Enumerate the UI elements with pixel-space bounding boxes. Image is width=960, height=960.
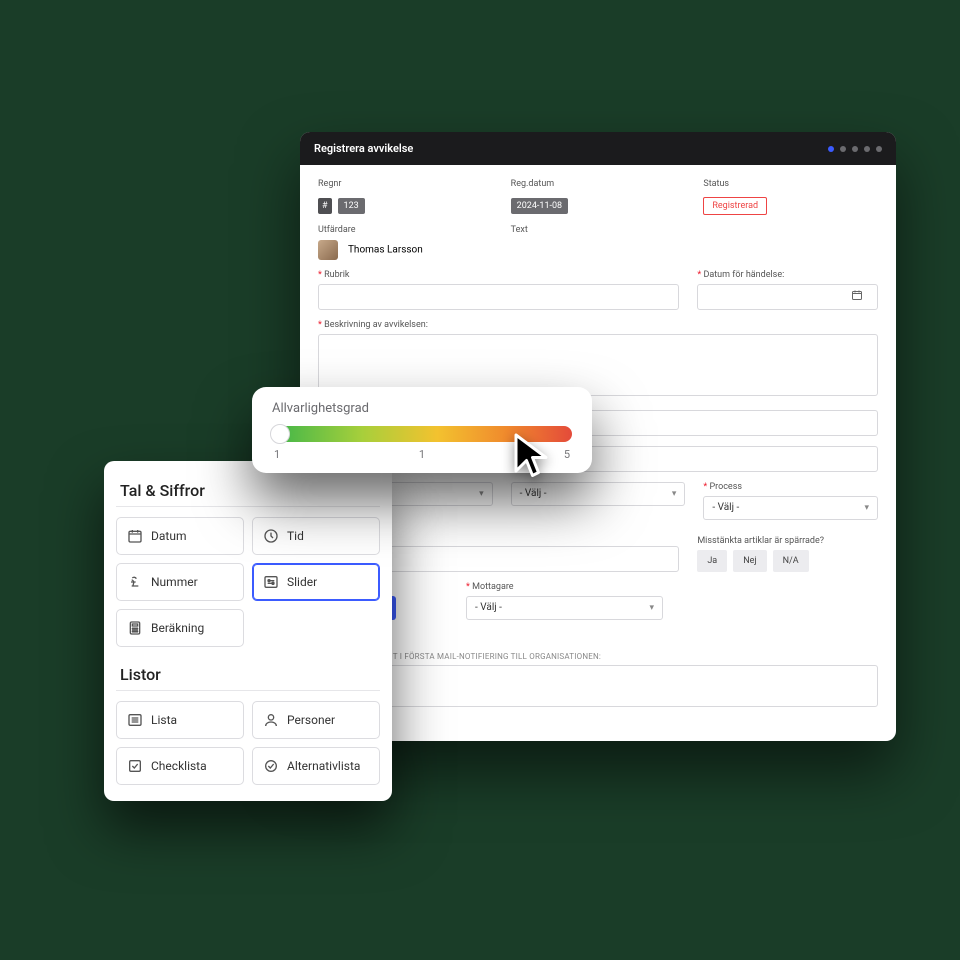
palette-item-radio[interactable]: Alternativlista — [252, 747, 380, 785]
form-title: Registrera avvikelse — [314, 142, 413, 155]
step-dot — [876, 146, 882, 152]
palette-item-label: Personer — [287, 713, 335, 727]
step-dot — [864, 146, 870, 152]
step-indicator — [828, 146, 882, 152]
palette-item-check[interactable]: Checklista — [116, 747, 244, 785]
person-icon — [263, 712, 279, 728]
palette-section-lists: Listor — [116, 661, 380, 691]
regnr-label: Regnr — [318, 179, 493, 189]
beskrivning-label: Beskrivning av avvikelsen: — [318, 320, 878, 330]
step-dot — [840, 146, 846, 152]
slider-min: 1 — [274, 448, 280, 461]
process-label: Process — [703, 482, 878, 492]
mail-info-label: IG INFO SOM GÅR UT I FÖRSTA MAIL-NOTIFIE… — [318, 652, 878, 661]
palette-section-numbers: Tal & Siffror — [116, 477, 380, 507]
seg-na[interactable]: N/A — [773, 550, 809, 572]
palette-item-label: Nummer — [151, 575, 198, 589]
palette-item-label: Checklista — [151, 759, 207, 773]
utfardare-name: Thomas Larsson — [348, 244, 423, 255]
seg-ja[interactable]: Ja — [697, 550, 727, 572]
palette-item-pound[interactable]: Nummer — [116, 563, 244, 601]
regdatum-label: Reg.datum — [511, 179, 686, 189]
clock-icon — [263, 528, 279, 544]
avatar — [318, 240, 338, 260]
artiklar-label: Misstänkta artiklar är spärrade? — [697, 536, 878, 546]
palette-item-label: Datum — [151, 529, 186, 543]
cursor-icon — [510, 432, 558, 480]
step-dot — [852, 146, 858, 152]
slider-title: Allvarlighetsgrad — [272, 401, 572, 416]
palette-item-label: Alternativlista — [287, 759, 360, 773]
palette-item-slider[interactable]: Slider — [252, 563, 380, 601]
pound-icon — [127, 574, 143, 590]
rubrik-label: Rubrik — [318, 270, 679, 280]
palette-item-label: Slider — [287, 575, 317, 589]
datum-handelse-label: Datum för händelse: — [697, 270, 878, 280]
mottagare-select[interactable]: - Välj - ▾ — [466, 596, 663, 620]
process-select[interactable]: - Välj - ▾ — [703, 496, 878, 520]
palette-item-person[interactable]: Personer — [252, 701, 380, 739]
slider-icon — [263, 574, 279, 590]
calendar-icon — [851, 289, 869, 304]
regdatum-value: 2024-11-08 — [511, 198, 568, 214]
radio-icon — [263, 758, 279, 774]
chevron-down-icon: ▾ — [479, 489, 484, 499]
chevron-down-icon: ▾ — [864, 503, 869, 513]
text-label: Text — [511, 225, 686, 235]
seg-nej[interactable]: Nej — [733, 550, 766, 572]
slider-max: 5 — [564, 448, 570, 461]
date-input[interactable] — [697, 284, 878, 310]
palette-item-label: Tid — [287, 529, 304, 543]
field-type-palette: Tal & Siffror Datum Tid Nummer Slider Beräkn… — [104, 461, 392, 801]
list-icon — [127, 712, 143, 728]
palette-item-list[interactable]: Lista — [116, 701, 244, 739]
palette-item-clock[interactable]: Tid — [252, 517, 380, 555]
palette-item-calc[interactable]: Beräkning — [116, 609, 244, 647]
slider-thumb[interactable] — [270, 424, 290, 444]
chevron-down-icon: ▾ — [672, 489, 677, 499]
palette-item-calendar[interactable]: Datum — [116, 517, 244, 555]
status-badge: Registrerad — [703, 197, 767, 215]
regnr-value: 123 — [338, 198, 365, 214]
mottagare-label: Mottagare — [466, 582, 663, 592]
status-label: Status — [703, 179, 878, 189]
calc-icon — [127, 620, 143, 636]
palette-item-label: Lista — [151, 713, 177, 727]
step-dot — [828, 146, 834, 152]
sparrad-segmented: Ja Nej N/A — [697, 550, 878, 572]
palette-item-label: Beräkning — [151, 621, 204, 635]
calendar-icon — [127, 528, 143, 544]
select-generic-2[interactable]: - Välj - ▾ — [511, 482, 686, 506]
chevron-down-icon: ▾ — [649, 603, 654, 613]
rubrik-input[interactable] — [318, 284, 679, 310]
slider-mid: 1 — [419, 448, 425, 461]
utfardare-label: Utfärdare — [318, 225, 493, 235]
mail-info-textarea[interactable] — [318, 665, 878, 707]
form-header: Registrera avvikelse — [300, 132, 896, 165]
check-icon — [127, 758, 143, 774]
hash-badge: # — [318, 198, 332, 214]
